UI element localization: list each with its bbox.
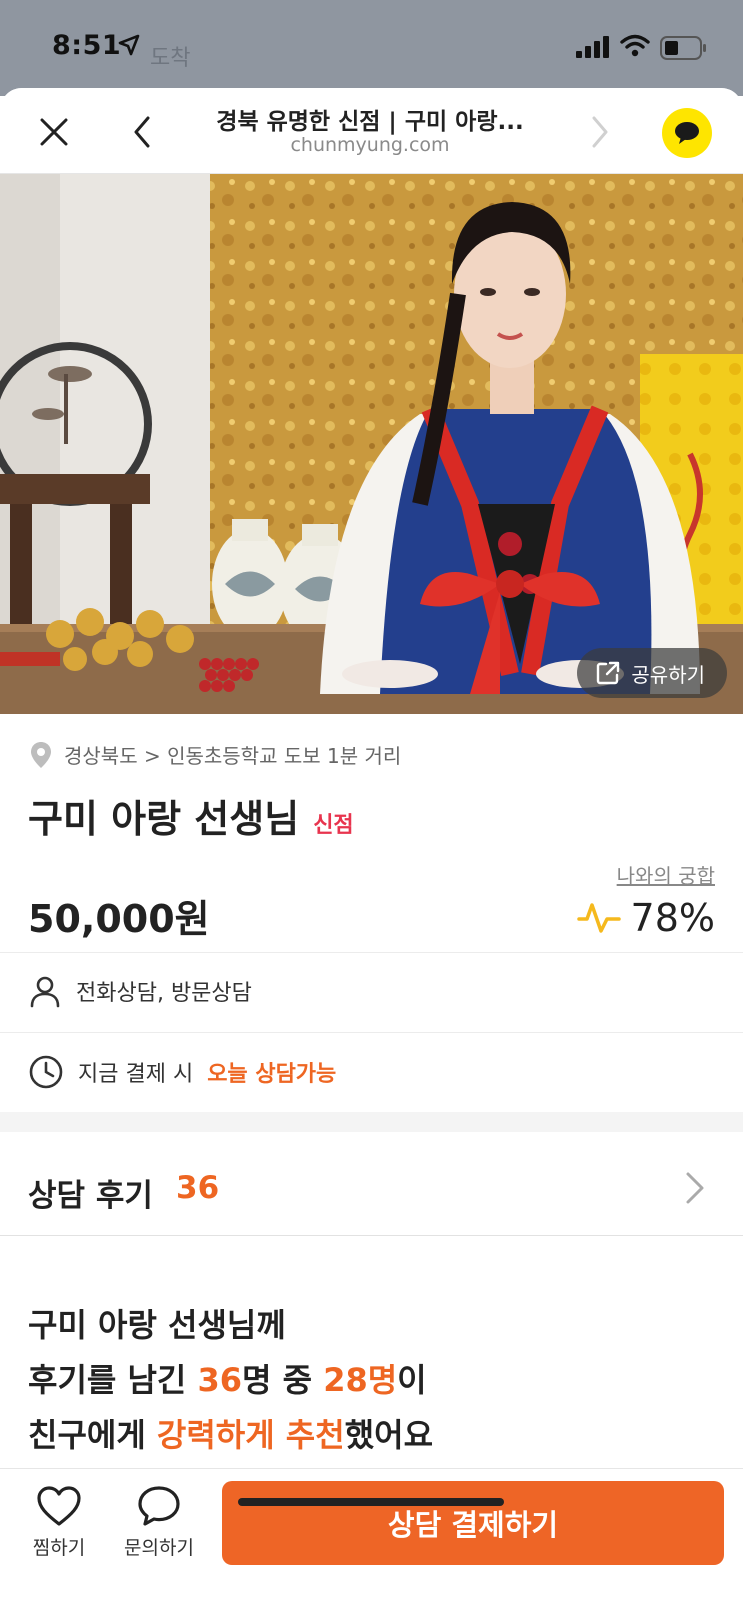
availability-status: 오늘 상담가능 bbox=[207, 1062, 337, 1087]
compatibility-score: 78% bbox=[576, 896, 715, 940]
share-label: 공유하기 bbox=[631, 662, 705, 687]
heart-icon bbox=[37, 1486, 81, 1526]
compatibility-link[interactable]: 나와의 궁합 bbox=[617, 860, 715, 889]
hero-illustration bbox=[0, 174, 743, 714]
summary-line-2: 후기를 남긴 36명 중 28명이 bbox=[28, 1361, 427, 1399]
compatibility-percent: 78% bbox=[630, 896, 715, 940]
battery-icon bbox=[660, 36, 706, 60]
webview-sheet: 경북 유명한 신점 | 구미 아랑... chunmyung.com 공유하기 … bbox=[0, 88, 743, 1608]
kakao-chat-button[interactable] bbox=[662, 108, 712, 158]
status-time: 8:51 bbox=[52, 30, 122, 61]
like-label: 찜하기 bbox=[32, 1537, 86, 1559]
pulse-icon bbox=[576, 903, 621, 933]
background-page-text: 도착 bbox=[150, 46, 191, 71]
external-link-icon bbox=[597, 661, 620, 685]
speech-bubble-icon bbox=[138, 1486, 180, 1526]
section-separator bbox=[0, 1112, 743, 1132]
page-domain: chunmyung.com bbox=[290, 134, 450, 156]
divider bbox=[0, 952, 743, 953]
availability-row: 지금 결제 시 오늘 상담가능 bbox=[28, 1054, 336, 1090]
page-title: 경북 유명한 신점 | 구미 아랑... bbox=[216, 109, 524, 135]
close-icon[interactable] bbox=[36, 114, 72, 150]
summary-line-3: 친구에게 강력하게 추천했어요 bbox=[28, 1416, 434, 1454]
consult-types-text: 전화상담, 방문상담 bbox=[76, 981, 252, 1006]
reviews-label: 상담 후기 bbox=[28, 1178, 153, 1214]
availability-prefix: 지금 결제 시 bbox=[78, 1062, 194, 1087]
price: 50,000원 bbox=[28, 897, 210, 941]
status-bar: 도착 8:51 bbox=[0, 0, 743, 96]
forward-chevron-icon[interactable] bbox=[586, 112, 614, 152]
inquiry-button[interactable]: 문의하기 bbox=[114, 1485, 204, 1560]
cellular-signal-icon bbox=[576, 36, 609, 58]
chevron-right-icon bbox=[686, 1172, 704, 1204]
reviews-row[interactable]: 상담 후기 36 bbox=[0, 1140, 743, 1236]
review-summary: 구미 아랑 선생님께 후기를 남긴 36명 중 28명이 친구에게 강력하게 추… bbox=[28, 1298, 433, 1463]
name-row: 구미 아랑 선생님 신점 bbox=[28, 788, 354, 843]
bottom-action-bar: 찜하기 문의하기 상담 결제하기 bbox=[0, 1468, 743, 1608]
home-indicator bbox=[238, 1498, 504, 1506]
location-row: 경상북도 > 인동초등학교 도보 1분 거리 bbox=[30, 740, 401, 769]
back-chevron-icon[interactable] bbox=[128, 112, 156, 152]
person-icon bbox=[30, 976, 60, 1008]
inquiry-label: 문의하기 bbox=[124, 1537, 194, 1559]
clock-icon bbox=[29, 1055, 63, 1089]
category-badge: 신점 bbox=[313, 813, 354, 838]
location-text: 경상북도 > 인동초등학교 도보 1분 거리 bbox=[64, 744, 402, 768]
like-button[interactable]: 찜하기 bbox=[14, 1485, 104, 1560]
location-arrow-icon bbox=[118, 34, 140, 56]
counselor-name: 구미 아랑 선생님 bbox=[28, 797, 300, 841]
divider bbox=[0, 1032, 743, 1033]
reviews-count: 36 bbox=[176, 1170, 220, 1206]
share-button[interactable]: 공유하기 bbox=[577, 648, 727, 698]
wifi-icon bbox=[620, 34, 650, 57]
webview-nav-bar: 경북 유명한 신점 | 구미 아랑... chunmyung.com bbox=[0, 88, 743, 174]
map-pin-icon bbox=[31, 741, 51, 768]
chat-bubble-icon bbox=[675, 122, 699, 144]
profile-hero-image: 공유하기 bbox=[0, 174, 743, 714]
consult-type-row: 전화상담, 방문상담 bbox=[28, 974, 252, 1008]
pay-consultation-button[interactable]: 상담 결제하기 bbox=[222, 1481, 724, 1565]
summary-line-1: 구미 아랑 선생님께 bbox=[28, 1306, 286, 1344]
